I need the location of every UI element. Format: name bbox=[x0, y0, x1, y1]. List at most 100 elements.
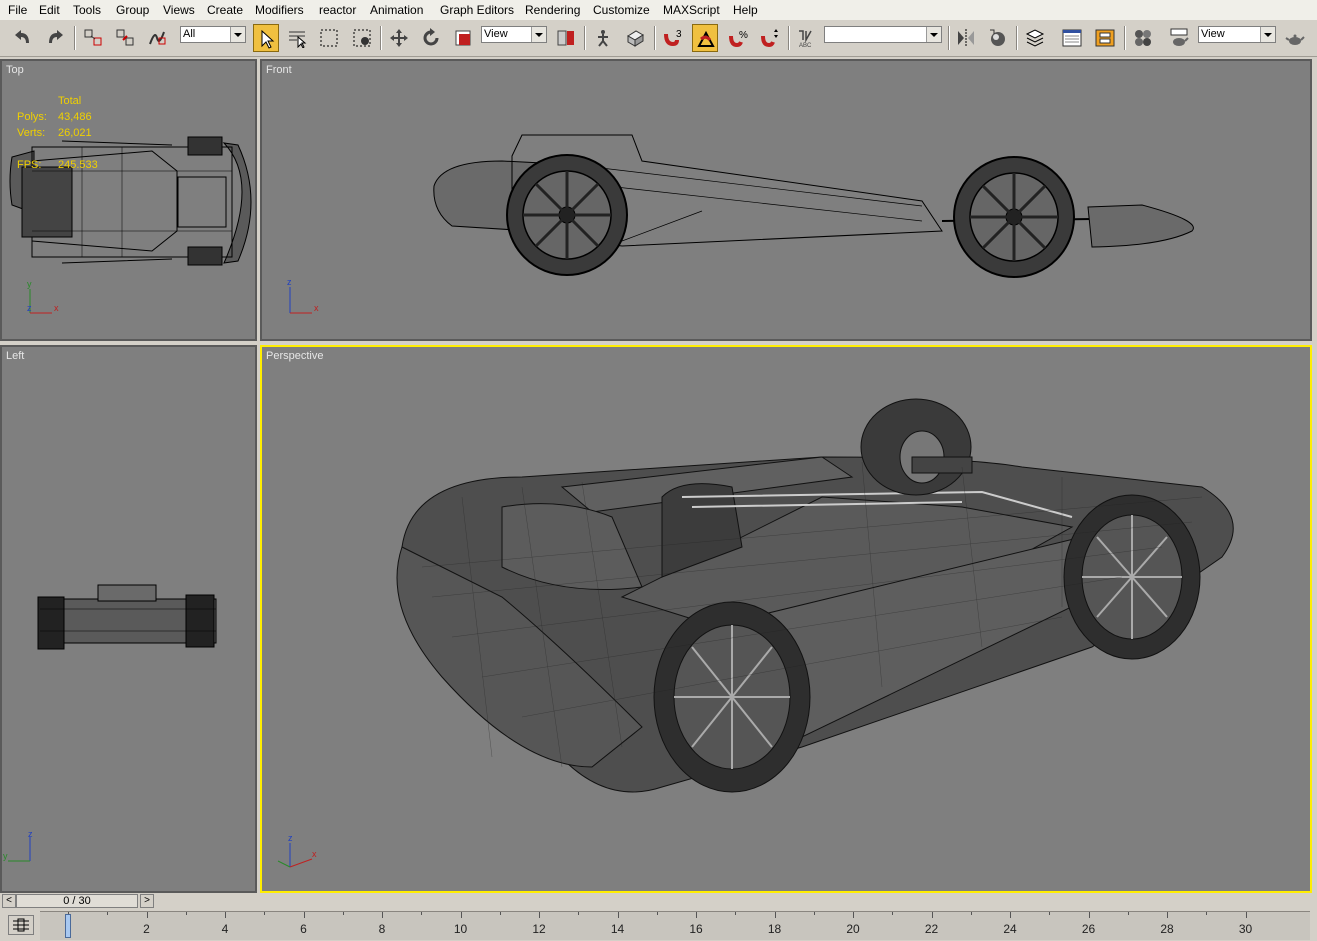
material-spheres-icon bbox=[1135, 30, 1151, 46]
select-and-link-button[interactable] bbox=[80, 24, 106, 52]
quick-render-button[interactable] bbox=[1282, 24, 1308, 52]
timeline-tick bbox=[185, 912, 187, 915]
render-teapot-icon bbox=[1170, 28, 1189, 46]
render-setup-button[interactable] bbox=[1166, 24, 1192, 52]
timeline-tick bbox=[1206, 912, 1208, 915]
axis-tripod-icon: y x z bbox=[27, 279, 59, 314]
menu-file[interactable]: File bbox=[7, 2, 28, 18]
track-bar[interactable]: 024681012141618202224262830 bbox=[40, 911, 1310, 940]
selection-filter-dropdown[interactable]: All bbox=[180, 26, 246, 43]
timeline-tick bbox=[342, 912, 344, 915]
svg-text:3: 3 bbox=[676, 29, 682, 40]
window-crossing-button[interactable] bbox=[349, 24, 375, 52]
viewport-perspective[interactable]: Perspective z x bbox=[260, 345, 1312, 893]
timeline-tick bbox=[656, 912, 658, 915]
schematic-view-button[interactable] bbox=[1092, 24, 1118, 52]
menu-customize[interactable]: Customize bbox=[592, 2, 651, 18]
dropdown-arrow-icon bbox=[926, 27, 941, 42]
viewport-label-perspective[interactable]: Perspective bbox=[266, 350, 323, 362]
undo-icon bbox=[15, 30, 29, 43]
redo-button[interactable] bbox=[42, 24, 68, 52]
viewport-label-front[interactable]: Front bbox=[266, 64, 292, 76]
material-editor-button[interactable] bbox=[1130, 24, 1156, 52]
snaps-toggle-button[interactable]: 3 bbox=[660, 24, 686, 52]
time-slider[interactable]: 0 / 30 bbox=[16, 894, 138, 908]
timeline-tick bbox=[931, 912, 933, 918]
rect-selection-icon bbox=[320, 29, 338, 47]
timeline-tick-label: 20 bbox=[846, 922, 860, 936]
stats-fps-value: 245.533 bbox=[58, 159, 98, 171]
select-and-move-button[interactable] bbox=[386, 24, 412, 52]
perspective-car-model bbox=[396, 398, 1234, 793]
timeline-tick bbox=[735, 912, 737, 915]
select-by-name-button[interactable] bbox=[284, 24, 310, 52]
pivot-center-button[interactable] bbox=[553, 24, 579, 52]
select-object-button[interactable] bbox=[253, 24, 279, 52]
stats-verts-value: 26,021 bbox=[58, 127, 92, 139]
viewport-label-left[interactable]: Left bbox=[6, 350, 24, 362]
current-frame-marker[interactable] bbox=[65, 914, 71, 938]
keyboard-icon bbox=[627, 30, 644, 47]
layer-manager-button[interactable] bbox=[1022, 24, 1048, 52]
timeline-tick-label: 8 bbox=[378, 922, 386, 936]
mirror-button[interactable] bbox=[953, 24, 979, 52]
unlink-selection-button[interactable] bbox=[112, 24, 138, 52]
viewport-front[interactable]: Front z x bbox=[260, 59, 1312, 341]
menu-tools[interactable]: Tools bbox=[72, 2, 102, 18]
toolbar-separator bbox=[1016, 26, 1018, 50]
select-and-manipulate-button[interactable] bbox=[590, 24, 616, 52]
undo-button[interactable] bbox=[10, 24, 36, 52]
stats-polys-value: 43,486 bbox=[58, 111, 92, 123]
timeline-tick bbox=[264, 912, 266, 915]
teapot-icon bbox=[1285, 34, 1305, 45]
timeline-tick-label: 18 bbox=[767, 922, 782, 936]
timeline-tick-label: 22 bbox=[924, 922, 939, 936]
keyboard-shortcut-override-button[interactable] bbox=[622, 24, 648, 52]
named-selection-sets-dropdown[interactable] bbox=[824, 26, 942, 43]
menu-reactor[interactable]: reactor bbox=[318, 2, 357, 18]
menu-bar: File Edit Tools Group Views Create Modif… bbox=[0, 0, 1317, 21]
dropdown-arrow-icon bbox=[230, 27, 245, 42]
timeline-tick bbox=[146, 912, 148, 918]
select-and-rotate-button[interactable] bbox=[418, 24, 444, 52]
menu-graph-editors[interactable]: Graph Editors bbox=[439, 2, 515, 18]
timeline-tick bbox=[499, 912, 501, 915]
menu-edit[interactable]: Edit bbox=[38, 2, 61, 18]
viewport-left[interactable]: Left z y bbox=[0, 345, 257, 893]
axis-tripod-icon: z y bbox=[3, 829, 33, 862]
spinner-snap-toggle-button[interactable] bbox=[757, 24, 783, 52]
selection-filter-value: All bbox=[183, 28, 196, 40]
unlink-icon bbox=[116, 29, 134, 46]
left-view-wireframe bbox=[37, 584, 217, 650]
menu-group[interactable]: Group bbox=[115, 2, 150, 18]
viewport-label-top[interactable]: Top bbox=[6, 64, 24, 76]
rectangular-selection-button[interactable] bbox=[316, 24, 342, 52]
percent-snap-toggle-button[interactable]: % bbox=[725, 24, 751, 52]
align-button[interactable] bbox=[985, 24, 1011, 52]
reference-coordinate-value: View bbox=[484, 28, 508, 40]
render-type-dropdown[interactable]: View bbox=[1198, 26, 1276, 43]
select-and-scale-button[interactable] bbox=[450, 24, 476, 52]
time-slider-next-button[interactable]: > bbox=[140, 894, 154, 908]
menu-rendering[interactable]: Rendering bbox=[524, 2, 581, 18]
timeline-tick bbox=[460, 912, 462, 918]
axis-x-label: x bbox=[314, 303, 319, 313]
menu-views[interactable]: Views bbox=[162, 2, 196, 18]
menu-help[interactable]: Help bbox=[732, 2, 759, 18]
timeline-tick bbox=[774, 912, 776, 918]
edit-named-selection-button[interactable]: ABC bbox=[794, 24, 820, 52]
menu-modifiers[interactable]: Modifiers bbox=[254, 2, 305, 18]
toolbar-separator bbox=[788, 26, 790, 50]
bind-to-space-warp-button[interactable] bbox=[144, 24, 170, 52]
curve-editor-button[interactable] bbox=[1059, 24, 1085, 52]
link-icon bbox=[84, 29, 102, 46]
angle-snap-toggle-button[interactable] bbox=[692, 24, 718, 52]
scale-icon bbox=[455, 30, 471, 46]
menu-animation[interactable]: Animation bbox=[369, 2, 424, 18]
viewport-top[interactable]: Top Total Polys: 43,486 Verts: 26,021 FP… bbox=[0, 59, 257, 341]
open-mini-curve-editor-button[interactable] bbox=[8, 915, 34, 935]
reference-coordinate-dropdown[interactable]: View bbox=[481, 26, 547, 43]
menu-create[interactable]: Create bbox=[206, 2, 244, 18]
menu-maxscript[interactable]: MAXScript bbox=[662, 2, 721, 18]
time-slider-prev-button[interactable]: < bbox=[2, 894, 16, 908]
